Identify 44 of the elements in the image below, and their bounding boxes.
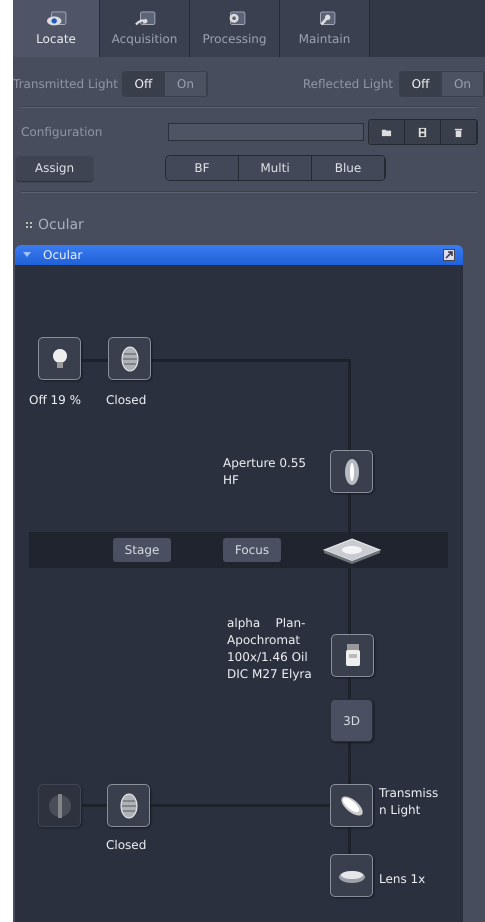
aperture-button[interactable] [330,450,373,493]
shutter-button[interactable] [108,337,151,380]
toggle-option[interactable]: Off [400,72,442,96]
view-button[interactable]: 3D [330,699,373,742]
section-title: Ocular [38,217,84,233]
tab[interactable]: Locate [13,0,100,57]
folder-button[interactable] [369,120,405,144]
node-label: Transmiss n Light [379,785,438,819]
panel-title: Ocular [43,248,84,262]
node-label: alpha Plan- Apochromat 100x/1.46 Oil DIC M27 Elyra [227,615,312,683]
node-label: Closed [106,837,146,854]
configuration-label: Configuration [21,125,104,139]
shutter-button[interactable] [107,784,150,827]
node-label: Closed [106,392,146,409]
save-button[interactable] [405,120,441,144]
preset-button[interactable]: Multi [239,156,312,180]
tab[interactable]: Acquisition [100,0,190,57]
stage-icon[interactable] [322,537,382,565]
node-label: Off 19 % [29,392,82,409]
objective-button[interactable] [331,634,374,677]
undock-icon[interactable] [443,249,455,261]
assign-button[interactable]: Assign [16,156,93,180]
tab[interactable]: Maintain [280,0,370,57]
stage-button[interactable]: Stage [113,538,171,562]
node-label: Aperture 0.55 HF [223,455,306,489]
preset-button[interactable]: BF [166,156,239,180]
toggle-option[interactable]: On [164,72,207,96]
configuration-field[interactable] [168,123,364,141]
reflector-button[interactable] [330,784,373,827]
toggle-option[interactable]: On [442,72,484,96]
grip-icon [26,222,32,228]
toggle-option[interactable]: Off [122,72,165,96]
tab[interactable]: Processing [190,0,280,57]
lens-button[interactable] [330,854,373,897]
light-label: Reflected Light [302,77,393,91]
delete-button[interactable] [441,120,477,144]
stage-button[interactable]: Focus [223,538,281,562]
lamp-button[interactable] [38,337,81,380]
panel-header[interactable]: Ocular [15,245,463,265]
trash-icon [453,126,464,138]
expanded-triangle-icon[interactable] [23,252,31,258]
node-label: Lens 1x [379,871,426,888]
preset-button[interactable]: Blue [312,156,385,180]
light-label: Transmitted Light [13,77,118,91]
